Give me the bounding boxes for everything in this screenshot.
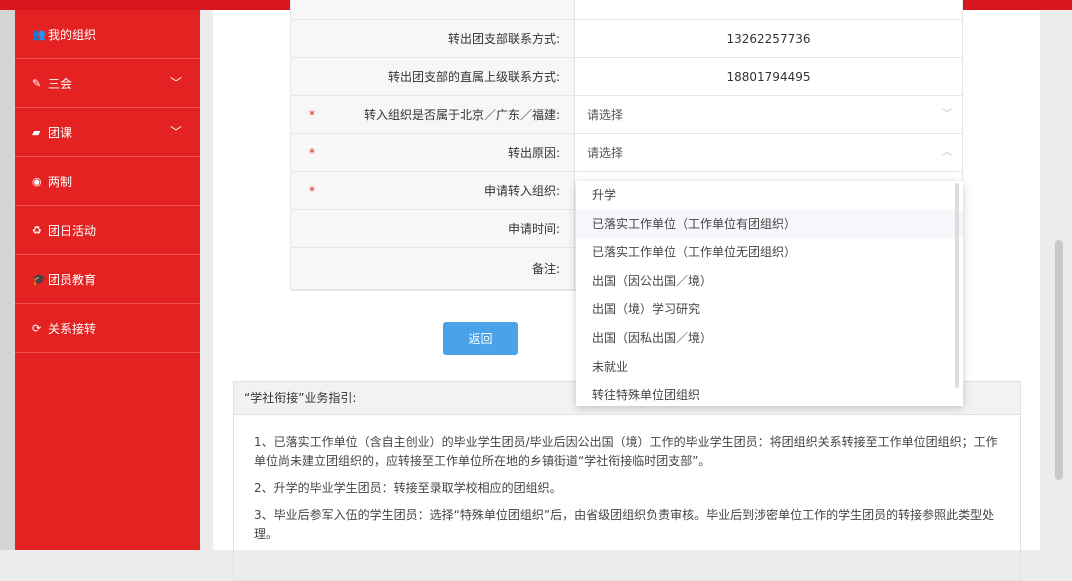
sidebar: 👥 我的组织 ✎ 三会 ﹀ ▰ 团课 ﹀ ◉ 两制 ♻ 团日活动 🎓 团员教育 ⟳ 关系接转: [15, 10, 200, 550]
dropdown-option[interactable]: 转往特殊单位团组织: [576, 381, 963, 406]
field-label: 转出原因:: [507, 146, 560, 160]
branch-contact-value: 13262257736: [726, 32, 811, 46]
form-row: * 转出原因: 请选择 ︿: [291, 134, 962, 172]
chevron-down-icon: ﹀: [169, 125, 182, 139]
sidebar-item-education[interactable]: 🎓 团员教育: [15, 255, 200, 304]
form-row: 转出团支部的直属上级联系方式: 18801794495: [291, 58, 962, 96]
guide-paragraph: 2、升学的毕业学生团员：转接至录取学校相应的团组织。: [254, 481, 562, 495]
sidebar-item-sanhui[interactable]: ✎ 三会 ﹀: [15, 59, 200, 108]
guide-paragraph: 1、已落实工作单位（含自主创业）的毕业学生团员/毕业后因公出国（境）工作的毕业学…: [254, 435, 998, 468]
form-row-hidden: [291, 0, 962, 20]
select-placeholder: 请选择: [587, 146, 624, 160]
select-placeholder: 请选择: [587, 108, 624, 122]
dropdown-option[interactable]: 出国（因私出国／境）: [576, 324, 963, 353]
guide-panel: “学社衔接”业务指引: 1、已落实工作单位（含自主创业）的毕业学生团员/毕业后因…: [233, 381, 1021, 581]
chevron-down-icon: ﹀: [942, 109, 952, 120]
reason-dropdown: 升学 已落实工作单位（工作单位有团组织） 已落实工作单位（工作单位无团组织） 出…: [576, 181, 963, 406]
dropdown-option[interactable]: 已落实工作单位（工作单位无团组织）: [576, 238, 963, 267]
sidebar-item-tuanke[interactable]: ▰ 团课 ﹀: [15, 108, 200, 157]
guide-paragraph: 3、毕业后参军入伍的学生团员：选择“特殊单位团组织”后，由省级团组织负责审核。毕…: [254, 508, 995, 541]
dropdown-option[interactable]: 出国（因公出国／境）: [576, 267, 963, 296]
refresh-icon: ⟳: [32, 321, 42, 335]
folder-icon: ▰: [32, 125, 41, 139]
users-icon: 👥: [32, 27, 46, 41]
sidebar-item-label: 团课: [48, 125, 73, 140]
field-label: 备注:: [291, 248, 575, 289]
sidebar-item-label: 我的组织: [48, 27, 97, 42]
dropdown-scrollbar[interactable]: [955, 183, 959, 388]
recycle-icon: ♻: [32, 223, 42, 237]
chevron-down-icon: ﹀: [169, 76, 182, 90]
sidebar-item-my-org[interactable]: 👥 我的组织: [15, 10, 200, 59]
region-select[interactable]: 请选择 ﹀: [575, 96, 962, 133]
reason-select[interactable]: 请选择 ︿: [575, 134, 962, 171]
required-mark: *: [309, 184, 315, 198]
dropdown-option[interactable]: 已落实工作单位（工作单位有团组织）: [576, 209, 963, 239]
sidebar-item-label: 团员教育: [48, 272, 97, 287]
main-content: 转出团支部联系方式: 13262257736 转出团支部的直属上级联系方式: 188…: [213, 0, 1040, 581]
dropdown-option[interactable]: 未就业: [576, 353, 963, 382]
page-scrollbar[interactable]: [1055, 240, 1063, 480]
page-scroll-track: [1040, 10, 1072, 550]
field-label: 转出团支部的直属上级联系方式:: [291, 58, 575, 95]
edit-icon: ✎: [32, 76, 42, 90]
graduation-cap-icon: 🎓: [32, 272, 46, 286]
superior-contact-value: 18801794495: [726, 70, 811, 84]
sidebar-item-activities[interactable]: ♻ 团日活动: [15, 206, 200, 255]
dropdown-option[interactable]: 升学: [576, 181, 963, 210]
required-mark: *: [309, 146, 315, 160]
form-row: * 转入组织是否属于北京／广东／福建: 请选择 ﹀: [291, 96, 962, 134]
required-mark: *: [309, 108, 315, 122]
sidebar-item-label: 团日活动: [48, 223, 97, 238]
field-label: 转入组织是否属于北京／广东／福建:: [363, 108, 560, 122]
sidebar-item-label: 两制: [48, 174, 73, 189]
sidebar-item-liangzhi[interactable]: ◉ 两制: [15, 157, 200, 206]
sidebar-item-label: 关系接转: [48, 321, 97, 336]
chevron-up-icon: ︿: [942, 147, 952, 158]
sidebar-item-label: 三会: [48, 76, 73, 91]
target-icon: ◉: [32, 174, 42, 188]
back-button[interactable]: 返回: [443, 322, 518, 355]
field-label: 申请时间:: [291, 210, 575, 247]
field-label: 转出团支部联系方式:: [291, 20, 575, 57]
left-gutter: [0, 10, 15, 550]
sidebar-item-transfer[interactable]: ⟳ 关系接转: [15, 304, 200, 353]
dropdown-option[interactable]: 出国（境）学习研究: [576, 295, 963, 324]
form-row: 转出团支部联系方式: 13262257736: [291, 20, 962, 58]
field-label: 申请转入组织:: [483, 184, 560, 198]
